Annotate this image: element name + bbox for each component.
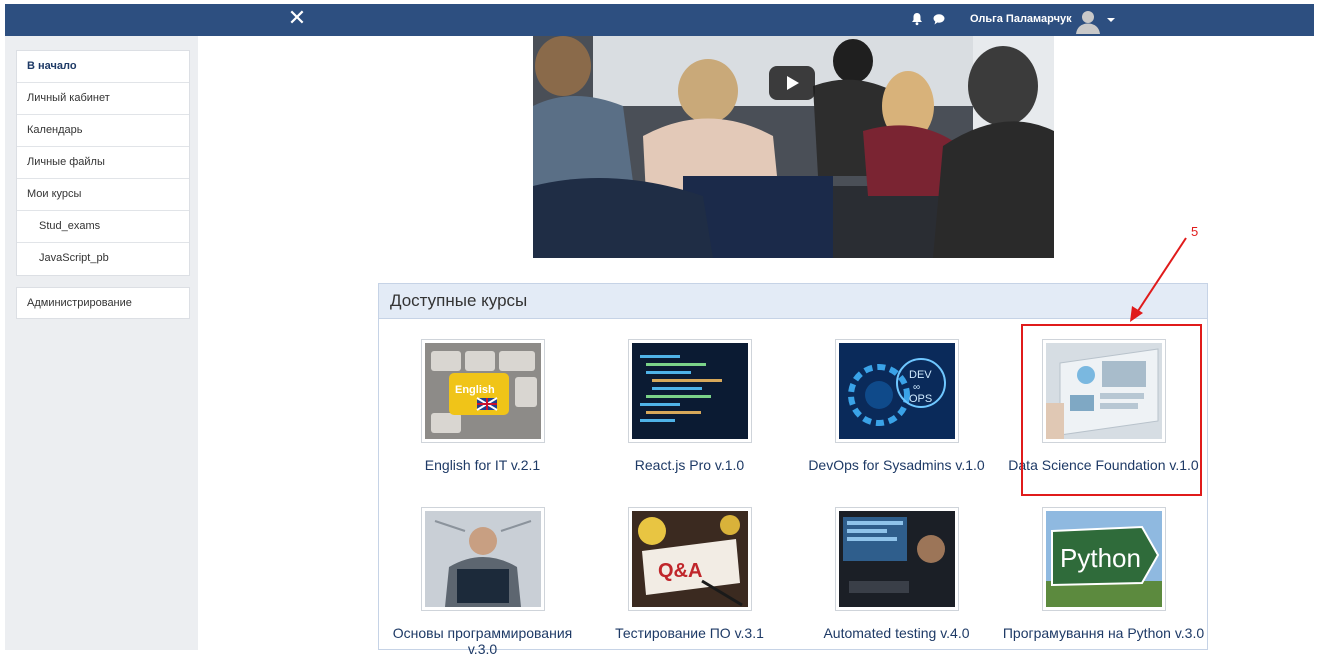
- course-thumbnail[interactable]: Q&A: [627, 507, 752, 611]
- svg-text:Q&A: Q&A: [658, 560, 702, 582]
- bell-icon[interactable]: [910, 12, 924, 26]
- sidebar-item-private-files[interactable]: Личные файлы: [17, 147, 189, 179]
- code-screen-image: [631, 343, 748, 439]
- intro-video[interactable]: [533, 36, 1054, 258]
- svg-text:English: English: [455, 384, 495, 396]
- course-title[interactable]: Тестирование ПО v.3.1: [586, 625, 793, 641]
- course-thumbnail[interactable]: [834, 507, 959, 611]
- course-title[interactable]: React.js Pro v.1.0: [586, 457, 793, 473]
- course-title[interactable]: Програмування на Python v.3.0: [1000, 625, 1207, 641]
- course-title[interactable]: Основы программирования v.3.0: [379, 625, 586, 657]
- automated-testing-image: [838, 511, 955, 607]
- course-title[interactable]: Automated testing v.4.0: [793, 625, 1000, 641]
- course-thumbnail[interactable]: English: [420, 339, 545, 443]
- svg-text:OPS: OPS: [909, 393, 932, 405]
- annotation-arrow-icon: [1130, 237, 1187, 322]
- svg-text:Python: Python: [1060, 543, 1141, 573]
- course-thumbnail[interactable]: Python: [1041, 507, 1166, 611]
- navigation-menu: В начало Личный кабинет Календарь Личные…: [16, 50, 190, 276]
- course-thumbnail[interactable]: [627, 339, 752, 443]
- devops-gears-image: DEV ∞ OPS: [838, 343, 955, 439]
- course-thumbnail[interactable]: [420, 507, 545, 611]
- course-title[interactable]: DevOps for Sysadmins v.1.0: [793, 457, 1000, 473]
- course-card[interactable]: Основы программирования v.3.0: [379, 507, 586, 657]
- sidebar-item-administration[interactable]: Администрирование: [16, 287, 190, 319]
- keyboard-english-image: English: [424, 343, 541, 439]
- course-card[interactable]: Automated testing v.4.0: [793, 507, 1000, 641]
- available-courses-heading: Доступные курсы: [379, 284, 1207, 319]
- course-card[interactable]: React.js Pro v.1.0: [586, 339, 793, 473]
- sidebar-item-home[interactable]: В начало: [17, 51, 189, 83]
- sidebar-item-javascript-pb[interactable]: JavaScript_pb: [17, 243, 189, 275]
- notification-icons: [910, 12, 946, 26]
- sidebar-item-my-courses[interactable]: Мои курсы: [17, 179, 189, 211]
- course-thumbnail[interactable]: DEV ∞ OPS: [834, 339, 959, 443]
- qa-card-image: Q&A: [631, 511, 748, 607]
- course-card[interactable]: English English for IT v.2.1: [379, 339, 586, 473]
- course-title[interactable]: English for IT v.2.1: [379, 457, 586, 473]
- course-card[interactable]: DEV ∞ OPS DevOps for Sysadmins v.1.0: [793, 339, 1000, 473]
- top-navbar: ✕ Ольга Паламарчук: [5, 4, 1314, 36]
- user-avatar-icon[interactable]: [1075, 8, 1101, 34]
- sidebar: В начало Личный кабинет Календарь Личные…: [5, 36, 198, 650]
- course-card[interactable]: Python Програмування на Python v.3.0: [1000, 507, 1207, 641]
- svg-text:∞: ∞: [913, 382, 920, 393]
- programmer-laptop-image: [424, 511, 541, 607]
- caret-down-icon[interactable]: [1107, 18, 1115, 22]
- svg-text:DEV: DEV: [909, 369, 932, 381]
- python-sign-image: Python: [1045, 511, 1162, 607]
- play-icon[interactable]: [769, 66, 815, 100]
- sidebar-item-stud-exams[interactable]: Stud_exams: [17, 211, 189, 243]
- close-icon[interactable]: ✕: [285, 7, 309, 31]
- course-card[interactable]: Q&A Тестирование ПО v.3.1: [586, 507, 793, 641]
- user-name[interactable]: Ольга Паламарчук: [970, 13, 1072, 25]
- sidebar-item-calendar[interactable]: Календарь: [17, 115, 189, 147]
- annotation-highlight-box: [1021, 324, 1202, 496]
- chat-icon[interactable]: [932, 12, 946, 26]
- sidebar-item-dashboard[interactable]: Личный кабинет: [17, 83, 189, 115]
